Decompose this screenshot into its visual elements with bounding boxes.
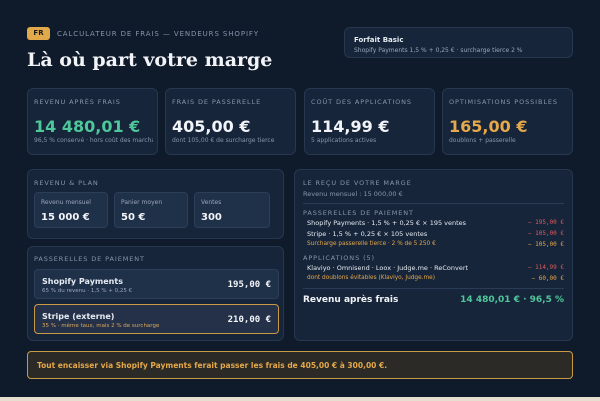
field-value: 300 — [201, 212, 222, 223]
kpi-sub: dont 105,00 € de surcharge tierce — [172, 137, 275, 144]
field-label: Ventes — [201, 199, 222, 206]
net-revenue-label: Revenu après frais — [303, 295, 399, 305]
field-value: 50 € — [121, 212, 146, 223]
receipt-row: Stripe · 1,5 % + 0,25 € × 105 ventes − 1… — [307, 230, 564, 240]
kpi-sub: 96,5 % conservé · hors coût des marchand… — [34, 137, 153, 144]
kpi-label: REVENU APRÈS FRAIS — [34, 98, 121, 106]
language-badge[interactable]: FR — [27, 27, 50, 40]
receipt-row: dont doublons évitables (Klaviyo, Judge.… — [307, 275, 564, 285]
kpi-label: FRAIS DE PASSERELLE — [172, 98, 262, 106]
receipt-section-label: APPLICATIONS (5) — [303, 254, 375, 262]
kpi-value: 114,99 € — [311, 117, 390, 136]
receipt-divider — [303, 288, 564, 289]
kpi-label: COÛT DES APPLICATIONS — [311, 98, 412, 106]
receipt-row-amount: − 195,00 € — [527, 219, 564, 226]
kpi-sub: 5 applications actives — [311, 137, 377, 144]
receipt-row-amount: − 105,00 € — [527, 230, 564, 237]
gateway-stripe[interactable]: Stripe (externe) 35 % · même taux, mais … — [34, 304, 279, 334]
receipt-row: Shopify Payments · 1,5 % + 0,25 € × 195 … — [307, 219, 564, 229]
tip-text: Tout encaisser via Shopify Payments fera… — [37, 361, 388, 370]
kpi-card-app-cost: COÛT DES APPLICATIONS 114,99 € 5 applica… — [304, 88, 435, 155]
field-value: 15 000 € — [41, 212, 90, 223]
kpi-card-optimizations: OPTIMISATIONS POSSIBLES 165,00 € doublon… — [442, 88, 573, 155]
plan-detail: Shopify Payments 1,5 % + 0,25 € · surcha… — [354, 47, 523, 54]
gateway-amount: 195,00 € — [227, 280, 271, 290]
kpi-sub: doublons + passerelle — [449, 137, 516, 144]
gateway-name: Shopify Payments — [42, 277, 123, 286]
receipt-row-label: Stripe · 1,5 % + 0,25 € × 105 ventes — [307, 230, 428, 238]
receipt-row-label: Klaviyo · Omnisend · Loox · Judge.me · R… — [307, 264, 469, 272]
kpi-label: OPTIMISATIONS POSSIBLES — [449, 98, 558, 106]
receipt-row-label: Shopify Payments · 1,5 % + 0,25 € × 195 … — [307, 219, 467, 227]
margin-receipt-panel: LE REÇU DE VOTRE MARGE Revenu mensuel : … — [294, 169, 573, 341]
tip-banner: Tout encaisser via Shopify Payments fera… — [27, 351, 573, 379]
monthly-revenue-field[interactable]: Revenu mensuel 15 000 € — [34, 192, 108, 228]
receipt-revenue-line: Revenu mensuel : 15 000,00 € — [303, 190, 403, 198]
panel-label: PASSERELLES DE PAIEMENT — [34, 255, 145, 263]
plan-name: Forfait Basic — [354, 36, 404, 44]
bottom-bar — [0, 397, 600, 401]
kpi-card-net-revenue: REVENU APRÈS FRAIS 14 480,01 € 96,5 % co… — [27, 88, 158, 155]
receipt-row-amount: − 60,00 € — [531, 275, 564, 282]
gateway-detail: 35 % · même taux, mais 2 % de surcharge — [42, 323, 160, 329]
receipt-row: Klaviyo · Omnisend · Loox · Judge.me · R… — [307, 264, 564, 274]
gateway-shopify-payments[interactable]: Shopify Payments 65 % du revenu · 1,5 % … — [34, 269, 279, 299]
receipt-row: Surcharge passerelle tierce · 2 % de 5 2… — [307, 241, 564, 251]
receipt-row-label: Surcharge passerelle tierce · 2 % de 5 2… — [307, 241, 436, 247]
payment-gateways-panel: PASSERELLES DE PAIEMENT Shopify Payments… — [27, 246, 284, 341]
field-label: Revenu mensuel — [41, 199, 91, 206]
receipt-label: LE REÇU DE VOTRE MARGE — [303, 179, 412, 187]
receipt-divider — [303, 203, 564, 204]
receipt-row-label: dont doublons évitables (Klaviyo, Judge.… — [307, 275, 435, 281]
field-label: Panier moyen — [121, 199, 163, 206]
average-basket-field[interactable]: Panier moyen 50 € — [114, 192, 188, 228]
kpi-value: 405,00 € — [172, 117, 251, 136]
panel-label: REVENU & PLAN — [34, 179, 99, 187]
app-subtitle: CALCULATEUR DE FRAIS — VENDEURS SHOPIFY — [57, 30, 260, 38]
gateway-detail: 65 % du revenu · 1,5 % + 0,25 € — [42, 288, 133, 294]
receipt-row-amount: − 114,99 € — [527, 264, 564, 271]
gateway-amount: 210,00 € — [227, 315, 271, 325]
kpi-card-gateway-fees: FRAIS DE PASSERELLE 405,00 € dont 105,00… — [165, 88, 296, 155]
kpi-value: 165,00 € — [449, 117, 528, 136]
revenue-plan-panel: REVENU & PLAN Revenu mensuel 15 000 € Pa… — [27, 169, 284, 239]
receipt-row-amount: − 105,00 € — [527, 241, 564, 248]
kpi-value: 14 480,01 € — [34, 117, 141, 136]
sales-count-field[interactable]: Ventes 300 — [194, 192, 270, 228]
page-title: Là où part votre marge — [27, 49, 273, 71]
gateway-name: Stripe (externe) — [42, 312, 115, 321]
receipt-section-label: PASSERELLES DE PAIEMENT — [303, 209, 414, 217]
net-revenue-value: 14 480,01 € · 96,5 % — [460, 295, 564, 305]
plan-summary: Forfait Basic Shopify Payments 1,5 % + 0… — [344, 27, 573, 58]
